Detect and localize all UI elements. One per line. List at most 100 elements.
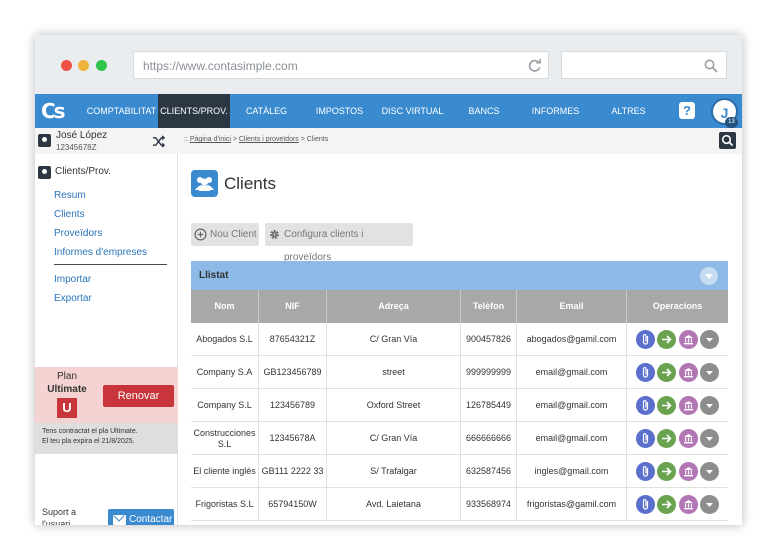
chevron-down-icon[interactable] — [700, 429, 719, 448]
cell-nif: 123456789 — [259, 389, 327, 422]
chevron-down-icon[interactable] — [700, 462, 719, 481]
column-header-adreca[interactable]: Adreça — [327, 290, 461, 323]
switch-company-icon[interactable] — [152, 135, 165, 148]
add-circle-icon — [194, 228, 207, 241]
breadcrumb-clients-proveidors[interactable]: Clients i proveïdors — [239, 136, 299, 143]
search-icon — [721, 134, 734, 147]
cell-name: Abogados S.L — [191, 323, 259, 356]
paperclip-icon[interactable] — [636, 495, 655, 514]
nav-item-comptabilitat[interactable]: COMPTABILITAT — [85, 94, 158, 128]
paperclip-icon[interactable] — [636, 429, 655, 448]
notification-badge: 13 — [725, 117, 738, 128]
arrow-right-icon[interactable] — [657, 462, 676, 481]
url-text: https://www.contasimple.com — [143, 59, 298, 73]
cell-nif: GB111 2222 33 — [259, 455, 327, 488]
cell-address: street — [327, 356, 461, 389]
arrow-right-icon[interactable] — [657, 429, 676, 448]
table-row[interactable]: El cliente inglés GB111 2222 33 S/ Trafalg… — [191, 455, 728, 488]
nav-item-clients-prov[interactable]: CLIENTS/PROV. — [158, 94, 230, 128]
table-row[interactable]: Abogados S.L 87654321Z C/ Gran Vía 90045782… — [191, 323, 728, 356]
search-button[interactable] — [719, 132, 736, 149]
cell-email: abogados@gamil.com — [517, 323, 627, 356]
paperclip-icon[interactable] — [636, 396, 655, 415]
column-header-operacions: Operacions — [652, 301, 703, 311]
table-header: Nom NIF Adreça Telèfon Email Operacions — [191, 290, 728, 323]
breadcrumb-current: Clients — [306, 136, 329, 143]
table-row[interactable]: Construcciones S.L 12345678A C/ Gran Vía 66… — [191, 422, 728, 455]
chevron-down-icon[interactable] — [700, 363, 719, 382]
table-row[interactable]: Company S.L 123456789 Oxford Street 1267854… — [191, 389, 728, 422]
sidebar-item-informes-empreses[interactable]: Informes d'empreses — [54, 247, 147, 258]
bank-icon[interactable] — [679, 330, 698, 349]
app-logo[interactable]: Cs — [41, 99, 75, 124]
nav-item-informes[interactable]: INFORMES — [519, 94, 592, 128]
sidebar: José López 12345678Z Clients/Prov. Resum… — [35, 128, 178, 525]
arrow-right-icon[interactable] — [657, 330, 676, 349]
maximize-window-button[interactable] — [96, 60, 107, 71]
clients-section-icon — [38, 166, 51, 179]
configure-label: Configura clients i proveïdors — [284, 229, 364, 263]
bank-icon[interactable] — [679, 363, 698, 382]
plan-icon: U — [57, 398, 77, 418]
nav-item-disc-virtual[interactable]: DISC VIRTUAL — [376, 94, 449, 128]
sidebar-item-importar[interactable]: Importar — [54, 274, 91, 285]
cell-phone: 666666666 — [461, 422, 517, 455]
bank-icon[interactable] — [679, 396, 698, 415]
cell-name: El cliente inglés — [191, 455, 259, 488]
help-icon[interactable]: ? — [679, 102, 695, 119]
renew-button[interactable]: Renovar — [103, 385, 174, 407]
sidebar-item-proveidors[interactable]: Proveïdors — [54, 228, 102, 239]
users-icon — [191, 170, 218, 197]
chevron-down-icon[interactable] — [700, 330, 719, 349]
cell-email: frigoristas@gamil.com — [517, 488, 627, 521]
browser-window: https://www.contasimple.com Cs COMPTABIL… — [35, 35, 742, 525]
column-header-nif[interactable]: NIF — [259, 290, 327, 323]
cell-phone: 999999999 — [461, 356, 517, 389]
table-row[interactable]: Frigoristas S.L 65794150W Avd. Laietana 933… — [191, 488, 728, 521]
sidebar-divider — [54, 264, 167, 265]
column-header-email[interactable]: Email — [517, 290, 627, 323]
browser-toolbar: https://www.contasimple.com — [35, 35, 742, 94]
chevron-down-icon[interactable] — [700, 396, 719, 415]
breadcrumb-bar: :: Pàgina d'inici > Clients i proveïdors… — [178, 128, 742, 154]
chevron-down-icon[interactable] — [700, 495, 719, 514]
sidebar-item-clients[interactable]: Clients — [54, 209, 85, 220]
nav-item-altres[interactable]: ALTRES — [592, 94, 665, 128]
sidebar-item-resum[interactable]: Resum — [54, 190, 86, 201]
cell-nif: 65794150W — [259, 488, 327, 521]
sidebar-item-exportar[interactable]: Exportar — [54, 293, 92, 304]
cell-email: email@gmail.com — [517, 356, 627, 389]
nav-item-bancs[interactable]: BANCS — [449, 94, 519, 128]
gear-icon — [270, 230, 279, 239]
cell-nif: GB123456789 — [259, 356, 327, 389]
plan-label: Plan — [56, 371, 77, 382]
cell-nif: 87654321Z — [259, 323, 327, 356]
bank-icon[interactable] — [679, 495, 698, 514]
arrow-right-icon[interactable] — [657, 363, 676, 382]
new-client-label: Nou Client — [210, 229, 257, 240]
arrow-right-icon[interactable] — [657, 396, 676, 415]
contact-button[interactable]: Contactar — [108, 509, 174, 525]
sidebar-section-title: Clients/Prov. — [55, 166, 111, 177]
breadcrumb-home[interactable]: Pàgina d'inici — [190, 136, 231, 143]
table-row[interactable]: Company S.A GB123456789 street 999999999 ema… — [191, 356, 728, 389]
nav-item-impostos[interactable]: IMPOSTOS — [303, 94, 376, 128]
new-client-button[interactable]: Nou Client — [191, 223, 259, 246]
column-header-nom[interactable]: Nom — [191, 290, 259, 323]
paperclip-icon[interactable] — [636, 363, 655, 382]
configure-clients-button[interactable]: Configura clients i proveïdors — [265, 223, 413, 263]
search-icon[interactable] — [704, 59, 718, 73]
close-window-button[interactable] — [61, 60, 72, 71]
arrow-right-icon[interactable] — [657, 495, 676, 514]
bank-icon[interactable] — [679, 462, 698, 481]
nav-item-cataleg[interactable]: CATÀLEG — [230, 94, 303, 128]
paperclip-icon[interactable] — [636, 330, 655, 349]
bank-icon[interactable] — [679, 429, 698, 448]
browser-search-input[interactable] — [561, 51, 727, 79]
url-bar[interactable]: https://www.contasimple.com — [133, 51, 549, 79]
minimize-window-button[interactable] — [78, 60, 89, 71]
paperclip-icon[interactable] — [636, 462, 655, 481]
reload-icon[interactable] — [527, 58, 542, 73]
column-header-telefon[interactable]: Telèfon — [461, 290, 517, 323]
chevron-down-icon[interactable] — [700, 267, 718, 285]
